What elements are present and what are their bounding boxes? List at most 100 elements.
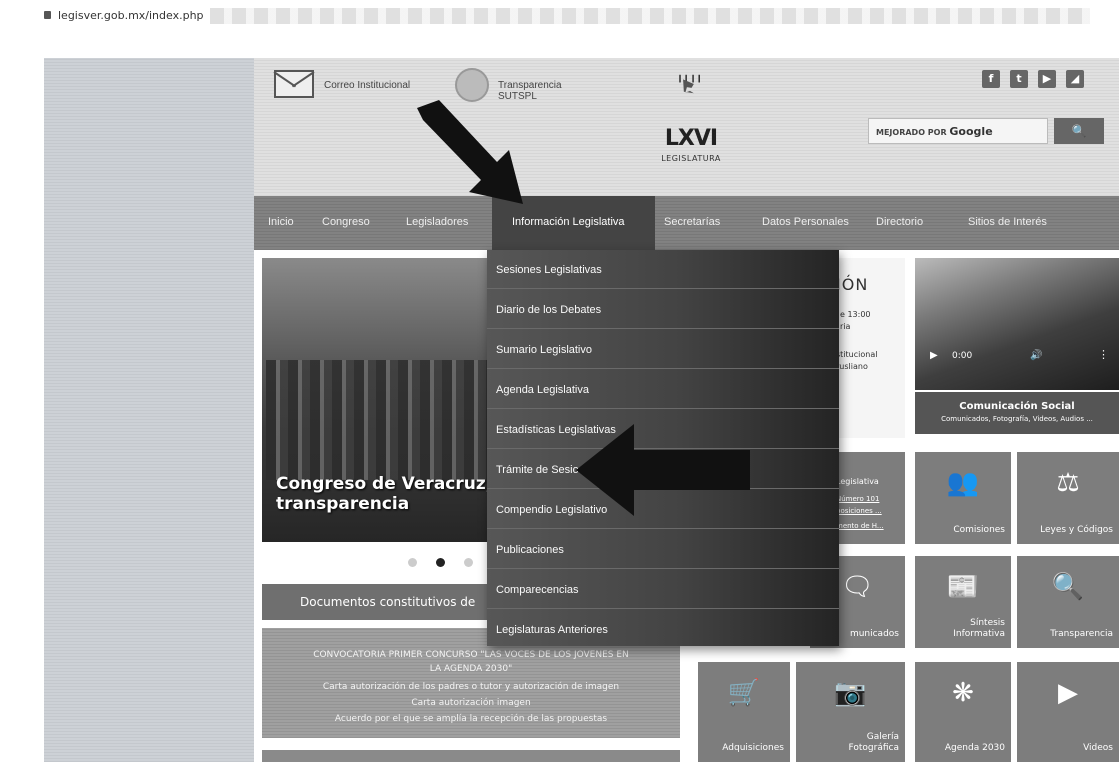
youtube-icon[interactable]: ▶	[1038, 70, 1056, 88]
legislatura-logo[interactable]: LXVI LEGISLATURA	[660, 74, 722, 178]
blurred-area	[210, 8, 1090, 24]
sutspl-seal-icon[interactable]	[455, 68, 489, 102]
envelope-icon[interactable]	[274, 70, 314, 98]
carousel-dot-active[interactable]	[436, 558, 445, 567]
tile-label-line: Fotográfica	[848, 743, 899, 753]
play-icon[interactable]: ▶	[930, 350, 938, 361]
scales-icon: ⚖	[1056, 468, 1080, 498]
volume-icon[interactable]: 🔊	[1030, 350, 1042, 361]
legislativa-link[interactable]: Número 101	[836, 495, 879, 503]
comunicacion-social-caption[interactable]: Comunicación Social Comunicados, Fotogra…	[915, 392, 1119, 434]
tile-label: Agenda 2030	[944, 743, 1005, 753]
menu-item-sumario-legislativo[interactable]: Sumario Legislativo	[496, 344, 592, 356]
shopping-cart-icon: 🛒	[727, 678, 761, 708]
lock-icon	[44, 11, 51, 19]
newspaper-icon: 📰	[946, 572, 980, 602]
banner-text: rusliano	[836, 362, 868, 371]
video-time: 0:00	[952, 351, 973, 361]
legislativa-title: Legislativa	[836, 477, 879, 486]
logo-emblem-icon	[679, 74, 700, 94]
tile-videos[interactable]: ▶ Videos	[1017, 662, 1119, 762]
nav-item-inicio[interactable]: Inicio	[268, 216, 294, 228]
logo-text: LXVI	[664, 126, 718, 151]
tile-label: Videos	[1083, 743, 1113, 753]
nav-item-sitios-de-interes[interactable]: Sitios de Interés	[968, 216, 1047, 228]
tile-galeria-fotografica[interactable]: 📷 Galería Fotográfica	[796, 662, 905, 762]
nav-item-secretarias[interactable]: Secretarías	[664, 216, 720, 228]
tile-label: Síntesis Informativa	[953, 618, 1005, 640]
carousel-dot[interactable]	[464, 558, 473, 567]
more-options-icon[interactable]: ⋮	[1098, 348, 1109, 361]
search-prefix: MEJORADO POR	[876, 128, 947, 137]
convocatoria-link[interactable]: Carta autorización imagen	[262, 697, 680, 709]
menu-item-legislaturas-anteriores[interactable]: Legislaturas Anteriores	[496, 624, 608, 636]
left-background-panel	[44, 58, 254, 762]
menu-item-publicaciones[interactable]: Publicaciones	[496, 544, 564, 556]
video-player[interactable]	[915, 258, 1119, 390]
banner-title: IÓN	[836, 275, 869, 294]
legislativa-link[interactable]: mento de H...	[836, 522, 884, 530]
search-button[interactable]: 🔍	[1054, 118, 1104, 144]
nav-item-congreso[interactable]: Congreso	[322, 216, 370, 228]
tile-label-line: Informativa	[953, 629, 1005, 639]
tile-label: Transparencia	[1050, 629, 1113, 639]
menu-divider	[487, 328, 839, 329]
nav-item-directorio[interactable]: Directorio	[876, 216, 923, 228]
logo-subtext: LEGISLATURA	[661, 154, 721, 163]
people-group-icon: 👥	[946, 468, 980, 498]
convocatoria-link[interactable]: Carta autorización de los padres o tutor…	[262, 681, 680, 693]
annotation-arrow-left-icon	[576, 424, 750, 516]
google-brand: Google	[949, 125, 993, 138]
menu-item-comparecencias[interactable]: Comparecencias	[496, 584, 579, 596]
document-search-icon: 🔍	[1051, 572, 1085, 602]
banner-text: e 13:00	[840, 310, 871, 319]
tile-leyes-codigos[interactable]: ⚖ Leyes y Códigos	[1017, 452, 1119, 544]
convocatoria-line[interactable]: LA AGENDA 2030"	[262, 663, 680, 675]
tile-label: Comisiones	[953, 525, 1005, 535]
carousel-dot[interactable]	[408, 558, 417, 567]
tile-label: Adquisiciones	[722, 743, 784, 753]
tile-label-line: Galería	[866, 732, 899, 742]
tile-agenda-2030[interactable]: ❋ Agenda 2030	[915, 662, 1011, 762]
legislativa-link[interactable]: posiciones ...	[836, 507, 882, 515]
tile-sintesis-informativa[interactable]: 📰 Síntesis Informativa	[915, 556, 1011, 648]
tile-adquisiciones[interactable]: 🛒 Adquisiciones	[698, 662, 790, 762]
rss-icon[interactable]: ◢	[1066, 70, 1084, 88]
documentos-label[interactable]: Documentos constitutivos de	[300, 595, 475, 609]
nav-item-legisladores[interactable]: Legisladores	[406, 216, 468, 228]
transparencia-link[interactable]: Transparencia	[498, 80, 562, 91]
url-text[interactable]: legisver.gob.mx/index.php	[58, 9, 204, 22]
convocatoria-line[interactable]: CONVOCATORIA PRIMER CONCURSO "LAS VOCES …	[262, 649, 680, 661]
menu-divider	[487, 288, 839, 289]
menu-item-agenda-legislativa[interactable]: Agenda Legislativa	[496, 384, 589, 396]
tile-label: municados	[849, 629, 899, 639]
menu-divider	[487, 568, 839, 569]
caption-subtitle: Comunicados, Fotografía, Videos, Audios …	[941, 415, 1093, 423]
banner-text: ria	[840, 322, 851, 331]
correo-link[interactable]: Correo Institucional	[324, 80, 410, 91]
nav-item-datos-personales[interactable]: Datos Personales	[762, 216, 849, 228]
twitter-icon[interactable]: t	[1010, 70, 1028, 88]
caption-title: Comunicación Social	[959, 401, 1075, 412]
hero-title-line1[interactable]: Congreso de Veracruz, co	[276, 474, 520, 494]
menu-divider	[487, 368, 839, 369]
tile-label: Galería Fotográfica	[849, 732, 899, 754]
convocatoria-link[interactable]: Acuerdo por el que se amplía la recepció…	[262, 713, 680, 725]
menu-item-sesiones-legislativas[interactable]: Sesiones Legislativas	[496, 264, 602, 276]
tile-transparencia[interactable]: 🔍 Transparencia	[1017, 556, 1119, 648]
menu-divider	[487, 528, 839, 529]
tile-label-line: Síntesis	[970, 618, 1005, 628]
facebook-icon[interactable]: f	[982, 70, 1000, 88]
play-circle-icon: ▶	[1058, 678, 1078, 708]
hero-title-line2[interactable]: transparencia	[276, 494, 409, 514]
sdg-wheel-icon: ❋	[952, 678, 974, 708]
nav-item-informacion-legislativa[interactable]: Información Legislativa	[512, 216, 625, 228]
menu-item-diario-de-los-debates[interactable]: Diario de los Debates	[496, 304, 601, 316]
bottom-panel	[262, 750, 680, 762]
search-powered-by: MEJORADO POR Google	[876, 125, 993, 138]
banner-text: stitucional	[836, 350, 878, 359]
menu-divider	[487, 408, 839, 409]
annotation-arrow-down-icon	[417, 100, 523, 204]
menu-divider	[487, 608, 839, 609]
tile-comisiones[interactable]: 👥 Comisiones	[915, 452, 1011, 544]
